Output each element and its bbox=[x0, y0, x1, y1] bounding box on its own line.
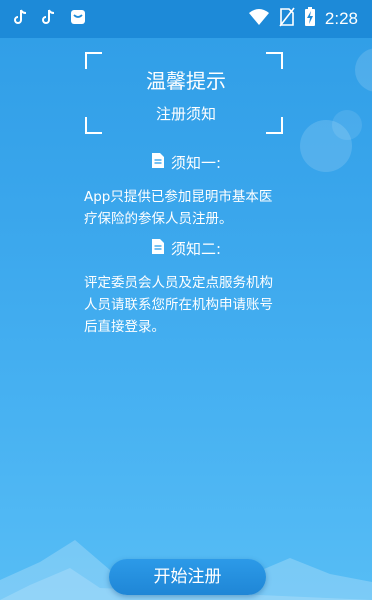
notice-line: 评定委员会人员及定点服务机构 bbox=[84, 275, 273, 291]
notice-line: 疗保险的参保人员注册。 bbox=[84, 211, 233, 227]
no-sim-icon bbox=[279, 7, 295, 31]
battery-charging-icon bbox=[304, 7, 316, 31]
wifi-icon bbox=[248, 8, 270, 30]
document-icon bbox=[151, 238, 165, 259]
notice-heading-label: 须知二: bbox=[171, 240, 222, 258]
notice-body-2: 评定委员会人员及定点服务机构 人员请联系您所在机构申请账号 后直接登录。 bbox=[84, 272, 294, 338]
notice-line: App只提供已参加昆明市基本医 bbox=[84, 189, 273, 205]
notice-line: 后直接登录。 bbox=[84, 319, 165, 335]
status-clock: 2:28 bbox=[324, 9, 358, 28]
app-notification-icon bbox=[70, 9, 86, 29]
page-subtitle: 注册须知 bbox=[155, 105, 216, 123]
tiktok-icon bbox=[42, 9, 56, 29]
document-icon bbox=[151, 152, 165, 173]
tiktok-icon bbox=[14, 9, 28, 29]
status-bar: 2:28 bbox=[0, 0, 372, 38]
notice-line: 人员请联系您所在机构申请账号 bbox=[84, 297, 273, 313]
page-title: 温馨提示 bbox=[146, 69, 226, 93]
start-register-button[interactable]: 开始注册 bbox=[109, 559, 266, 595]
notice-heading-2: 须知二: bbox=[151, 238, 221, 259]
notice-heading-1: 须知一: bbox=[151, 152, 221, 173]
notice-body-1: App只提供已参加昆明市基本医 疗保险的参保人员注册。 bbox=[84, 186, 294, 230]
register-notice-screen: 2:28 温馨提示 注册须知 须知一: App只提供已参加昆明市基本医 疗保险的… bbox=[0, 0, 372, 600]
notice-heading-label: 须知一: bbox=[171, 154, 222, 172]
